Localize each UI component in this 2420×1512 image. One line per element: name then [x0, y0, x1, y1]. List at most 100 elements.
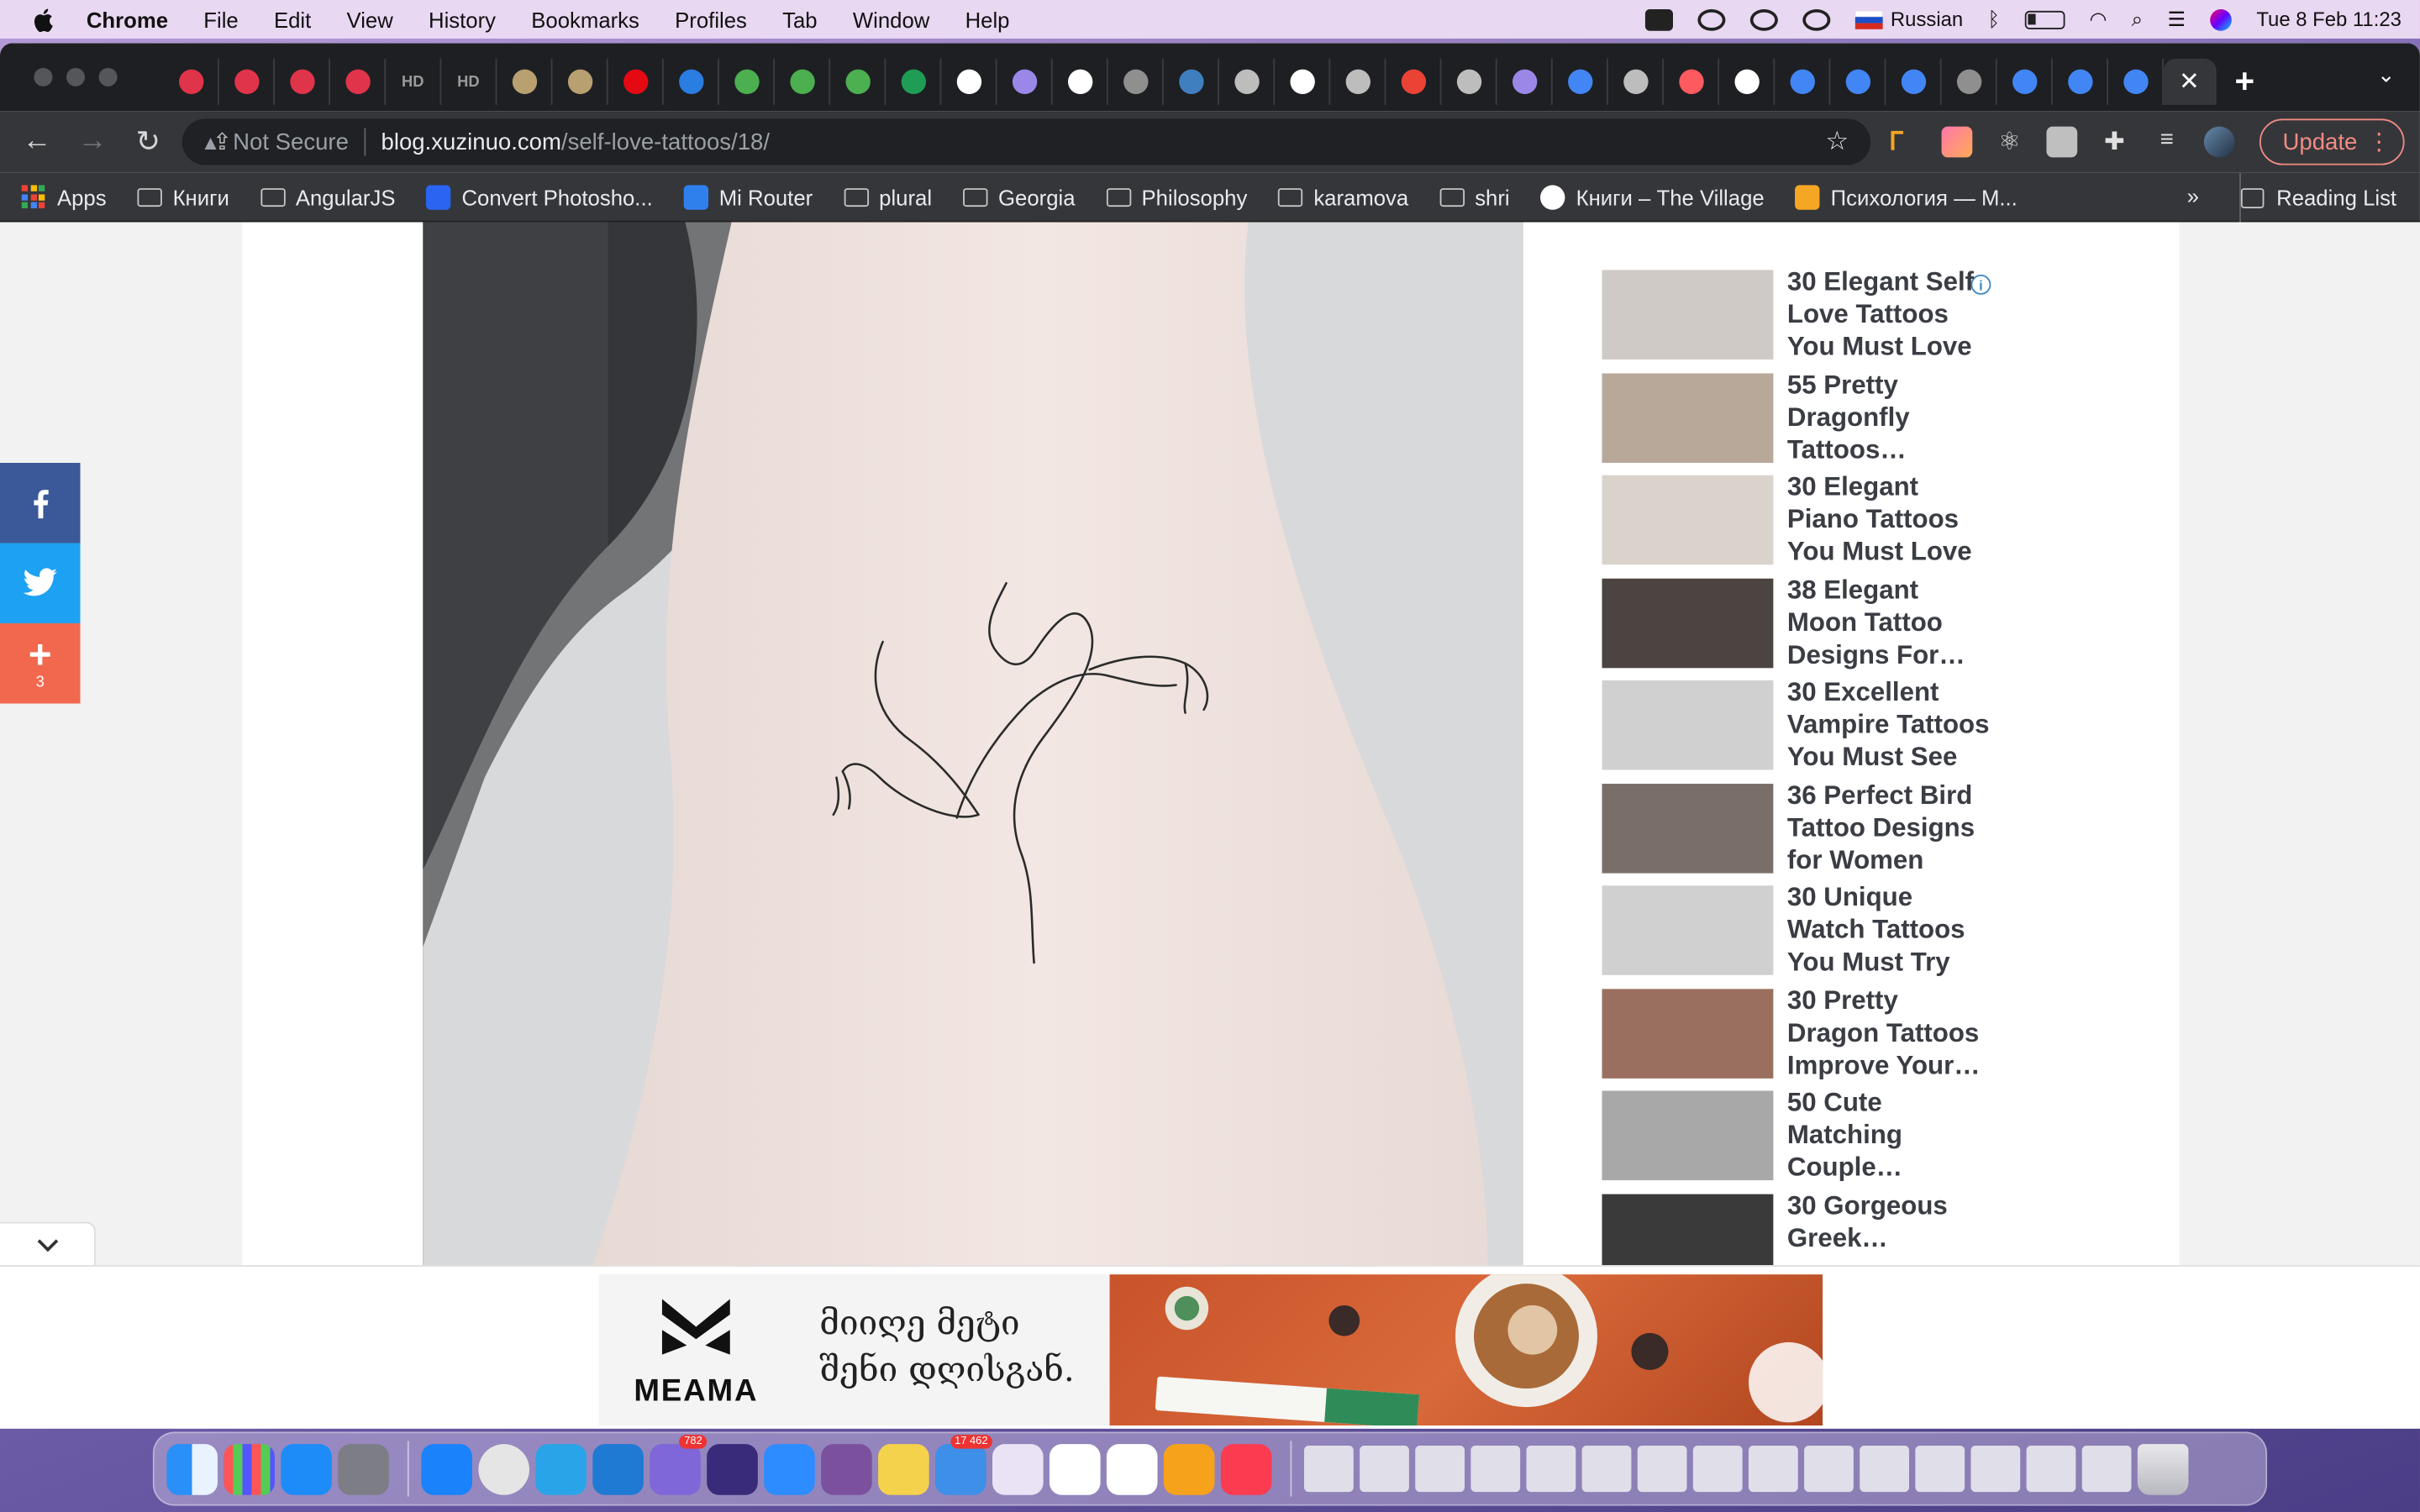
clock[interactable]: Tue 8 Feb 11:23 [2256, 8, 2402, 31]
browser-tab[interactable] [1219, 58, 1276, 105]
dock-minimized-window[interactable] [1360, 1445, 1409, 1493]
url-host[interactable]: blog.xuzinuo.com [381, 129, 561, 155]
bookmark-apps[interactable]: Apps [21, 184, 107, 209]
dock-minimized-window[interactable] [1526, 1445, 1576, 1493]
twitter-share-button[interactable] [0, 543, 81, 624]
browser-tab[interactable] [1330, 58, 1386, 105]
dock-app-icon[interactable] [1049, 1443, 1101, 1494]
browser-tab[interactable] [1553, 58, 1608, 105]
browser-tab[interactable] [608, 58, 664, 105]
dock-app-icon[interactable] [878, 1443, 929, 1494]
browser-tab[interactable] [1164, 58, 1219, 105]
browser-tab[interactable] [497, 58, 553, 105]
dock-minimized-window[interactable] [2081, 1445, 2132, 1493]
menu-file[interactable]: File [203, 7, 238, 31]
url-path[interactable]: /self-love-tattoos/18/ [561, 129, 770, 155]
browser-tab[interactable] [1386, 58, 1442, 105]
related-article-title[interactable]: 30 Elegant Piano Tattoos You Must Love [1787, 470, 1996, 570]
profile-avatar[interactable] [2203, 126, 2235, 158]
related-article-title[interactable]: 50 Cute Matching Couple… [1787, 1086, 1996, 1185]
share-icon[interactable]: ⇪ [182, 102, 263, 182]
menu-edit[interactable]: Edit [274, 7, 311, 31]
browser-tab[interactable] [775, 58, 831, 105]
bookmark-folder-philosophy[interactable]: Philosophy [1106, 184, 1247, 209]
browser-tab[interactable] [941, 58, 997, 105]
bookmark-mi-router[interactable]: Mi Router [683, 184, 813, 209]
dock-app-icon[interactable] [281, 1443, 332, 1494]
close-tab-icon[interactable]: ✕ [2179, 66, 2200, 97]
browser-tab[interactable] [719, 58, 776, 105]
browser-tab[interactable] [1108, 58, 1164, 105]
facebook-share-button[interactable] [0, 463, 81, 543]
more-share-button[interactable]: + 3 [0, 623, 81, 704]
menu-view[interactable]: View [347, 7, 393, 31]
browser-tab[interactable] [330, 58, 387, 105]
bluetooth-icon[interactable]: ᛒ [1988, 8, 2000, 31]
bookmark-folder-plural[interactable]: plural [843, 184, 932, 209]
extension-icon-2[interactable] [1941, 126, 1973, 158]
dock-minimized-window[interactable] [1415, 1445, 1465, 1493]
browser-tab[interactable] [1664, 58, 1720, 105]
browser-tab[interactable] [1608, 58, 1664, 105]
update-button[interactable]: Update ⋮ [2259, 118, 2405, 165]
related-article-item[interactable]: 30 Elegant Piano Tattoos You Must Love [1602, 470, 1995, 573]
menu-app-name[interactable]: Chrome [87, 7, 168, 31]
browser-tab[interactable] [1441, 58, 1497, 105]
browser-tab[interactable] [1053, 58, 1108, 105]
dock-app-icon[interactable] [535, 1443, 587, 1494]
bookmark-convert-photoshop[interactable]: Convert Photosho... [426, 184, 653, 209]
related-article-thumbnail[interactable] [1602, 885, 1774, 975]
more-bookmarks-button[interactable]: » [2187, 184, 2199, 208]
address-bar[interactable]: ▲ Not Secure blog.xuzinuo.com /self-love… [182, 118, 1871, 165]
related-article-item[interactable]: 30 Pretty Dragon Tattoos Improve Your… [1602, 984, 1995, 1086]
browser-tab[interactable] [1275, 58, 1331, 105]
browser-tab[interactable]: HD [441, 58, 497, 105]
dock-app-icon[interactable] [1220, 1443, 1272, 1494]
forward-button[interactable]: → [65, 125, 120, 159]
chat-status-icon[interactable] [1749, 8, 1778, 30]
control-center-icon[interactable]: ☰ [2167, 7, 2185, 31]
dock-app-icon[interactable] [1163, 1443, 1215, 1494]
dock-app-icon[interactable] [821, 1443, 872, 1494]
menu-help[interactable]: Help [965, 7, 1010, 31]
related-article-item[interactable]: 30 Elegant Self Love Tattoos You Must Lo… [1602, 265, 1995, 368]
browser-tab[interactable] [1719, 58, 1776, 105]
tab-search-chevron-icon[interactable]: ⌄ [2377, 61, 2396, 87]
related-article-title[interactable]: 30 Unique Watch Tattoos You Must Try [1787, 881, 1996, 980]
related-article-title[interactable]: 30 Pretty Dragon Tattoos Improve Your… [1787, 984, 1996, 1083]
related-article-thumbnail[interactable] [1602, 577, 1774, 668]
browser-tab[interactable] [830, 58, 886, 105]
browser-tab[interactable] [164, 58, 219, 105]
dock-app-icon[interactable] [1106, 1443, 1158, 1494]
more-menu-icon[interactable]: ⋮ [2367, 128, 2391, 155]
wifi-icon[interactable]: ◠ [2089, 7, 2107, 31]
related-article-thumbnail[interactable] [1602, 783, 1774, 873]
related-article-title[interactable]: 55 Pretty Dragonfly Tattoos… [1787, 368, 1996, 467]
dock-app-icon[interactable]: 17 462 [935, 1434, 992, 1494]
dock-app-icon[interactable] [592, 1443, 644, 1494]
menu-tab[interactable]: Tab [782, 7, 817, 31]
zoom-window-button[interactable] [98, 67, 118, 87]
menu-profiles[interactable]: Profiles [675, 7, 747, 31]
menu-window[interactable]: Window [853, 7, 929, 31]
dock-app-icon[interactable] [992, 1443, 1044, 1494]
browser-tab[interactable] [1997, 58, 2053, 105]
related-article-item[interactable]: 30 Excellent Vampire Tattoos You Must Se… [1602, 675, 1995, 778]
related-article-title[interactable]: 30 Excellent Vampire Tattoos You Must Se… [1787, 675, 1996, 774]
collapse-ad-button[interactable] [0, 1221, 96, 1266]
dock-minimized-window[interactable] [1637, 1445, 1687, 1493]
zoom-status-icon[interactable] [1644, 8, 1673, 30]
dock-app-icon[interactable] [338, 1443, 389, 1494]
browser-tab[interactable] [1886, 58, 1942, 105]
dock-app-icon[interactable] [421, 1443, 473, 1494]
bookmark-psychology[interactable]: Психология — М... [1795, 184, 2018, 209]
browser-tab[interactable] [1830, 58, 1886, 105]
related-article-thumbnail[interactable] [1602, 475, 1774, 565]
related-article-item[interactable]: 55 Pretty Dragonfly Tattoos… [1602, 368, 1995, 470]
related-article-item[interactable]: 38 Elegant Moon Tattoo Designs For… [1602, 573, 1995, 675]
related-article-item[interactable]: 30 Unique Watch Tattoos You Must Try [1602, 881, 1995, 984]
browser-tab[interactable] [2108, 58, 2165, 105]
dock-minimized-window[interactable] [1915, 1445, 1965, 1493]
browser-tab[interactable] [997, 58, 1053, 105]
browser-tab[interactable] [1497, 58, 1553, 105]
